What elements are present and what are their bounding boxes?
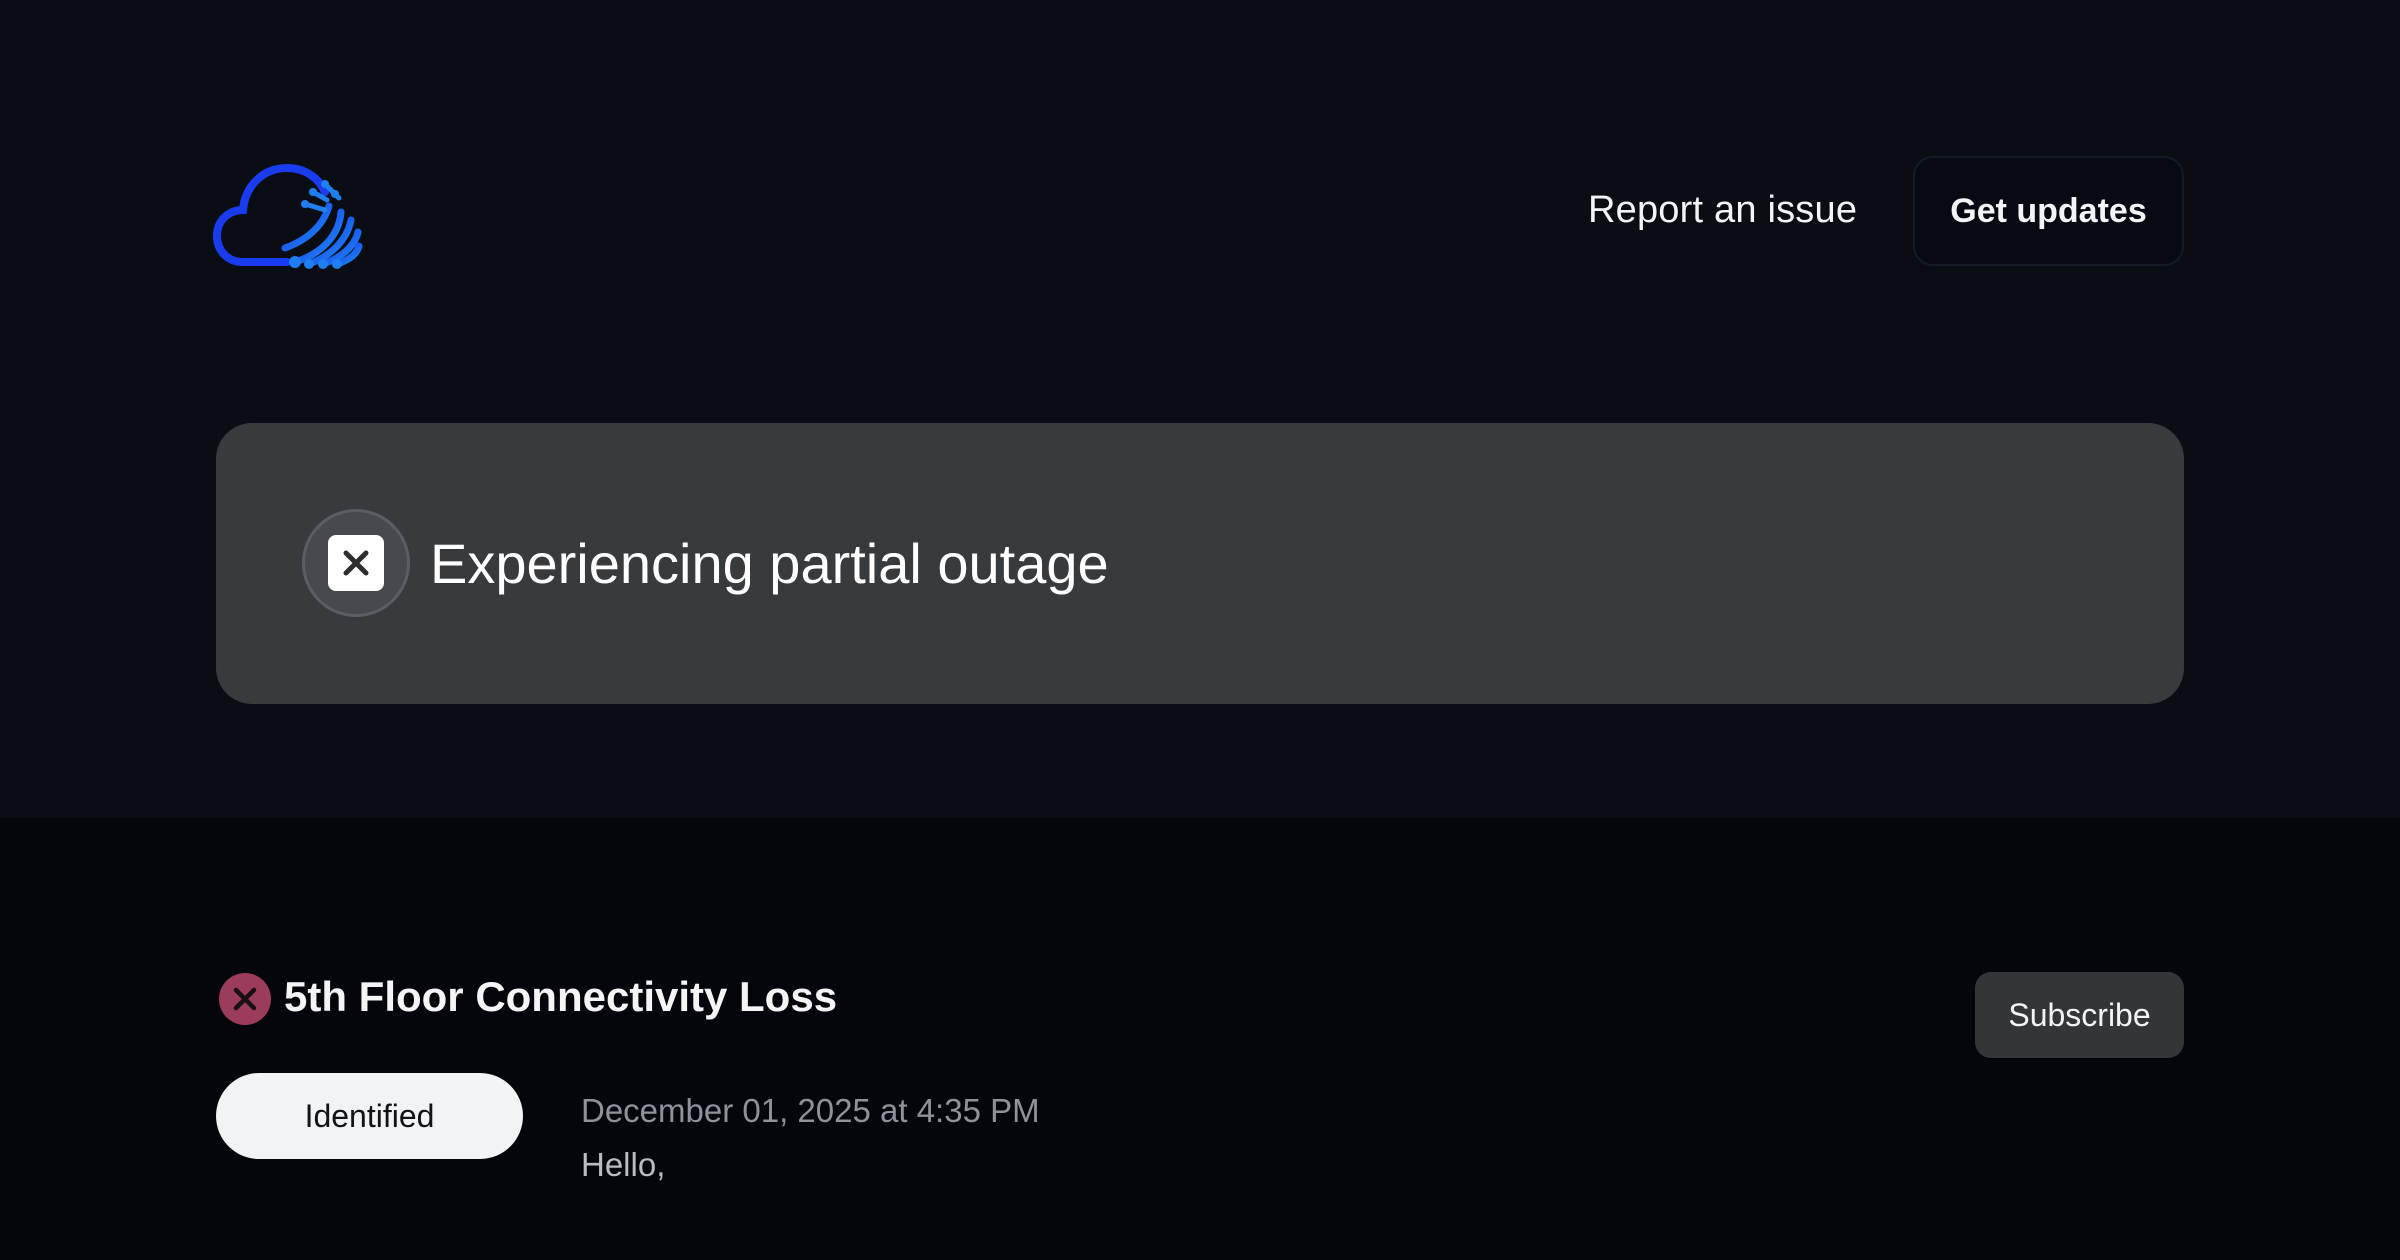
cloud-circuit-logo-icon[interactable] bbox=[212, 154, 363, 272]
incident-title[interactable]: 5th Floor Connectivity Loss bbox=[284, 967, 837, 1027]
banner-icon-ring bbox=[302, 509, 410, 617]
status-banner-title: Experiencing partial outage bbox=[430, 531, 1109, 595]
subscribe-button[interactable]: Subscribe bbox=[1975, 972, 2184, 1058]
status-banner: Experiencing partial outage bbox=[216, 423, 2184, 704]
incident-status-badge: Identified bbox=[216, 1073, 523, 1159]
error-circle-icon bbox=[219, 973, 271, 1025]
get-updates-button[interactable]: Get updates bbox=[1913, 156, 2184, 266]
update-body: Hello, bbox=[581, 1146, 666, 1183]
report-issue-link[interactable]: Report an issue bbox=[1588, 180, 1857, 240]
header-section: Report an issue Get updates Experiencing… bbox=[0, 0, 2400, 818]
status-page: Report an issue Get updates Experiencing… bbox=[0, 0, 2400, 1260]
close-square-icon bbox=[328, 535, 384, 591]
update-timestamp: December 01, 2025 at 4:35 PM bbox=[581, 1092, 1040, 1129]
